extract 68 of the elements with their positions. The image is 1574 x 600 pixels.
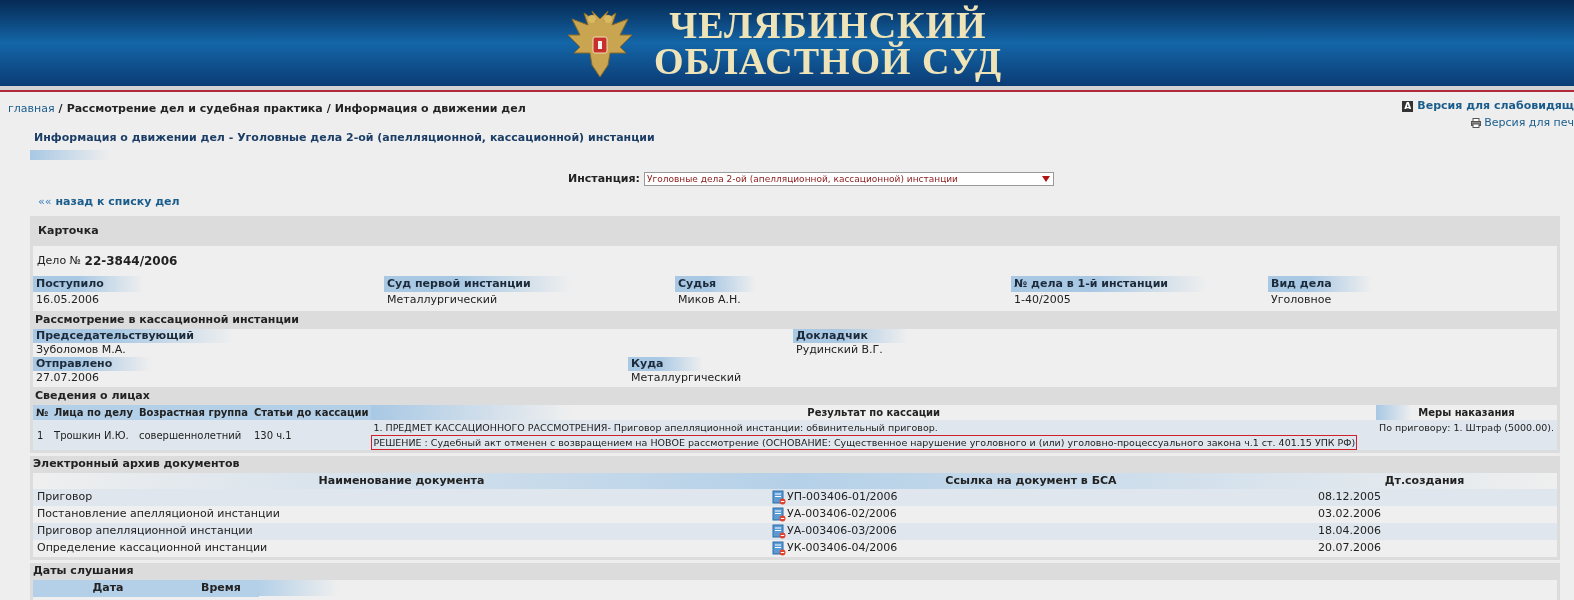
table-cell-text: Постановление апелляционой инстанции <box>36 506 281 523</box>
table-cell-text: 20.07.2006 <box>1317 540 1382 557</box>
column-header: Результат по кассации <box>371 405 1377 420</box>
document-link[interactable]: УА-003406-03/2006 <box>787 523 897 540</box>
document-link[interactable]: УК-003406-04/2006 <box>787 540 898 557</box>
column-header: Ссылка на документ в БСА <box>944 473 1118 489</box>
back-to-list-link[interactable]: назад к списку дел <box>55 193 180 210</box>
field-value: Рудинский В.Г. <box>795 343 883 357</box>
field-value: 16.05.2006 <box>35 292 99 308</box>
table-cell-text: 130 ч.1 <box>252 428 293 443</box>
section-title: Сведения о лицах <box>34 387 151 404</box>
dropdown-caret-icon <box>1042 176 1051 183</box>
column-header: Возрастная группа <box>135 405 251 420</box>
table-cell-text: Определение кассационной инстанции <box>36 540 269 557</box>
table-cell-text: Трошкин И.Ю. <box>53 428 130 443</box>
instance-label: Инстанция: <box>567 171 641 187</box>
back-arrows-icon: «« <box>38 193 52 210</box>
breadcrumb-link[interactable]: Информация о движении дел <box>334 101 526 118</box>
section-title: Даты слушания <box>32 563 135 580</box>
table-cell-text: Приговор <box>36 489 94 506</box>
field-label: Поступило <box>33 276 144 292</box>
printer-icon <box>1471 117 1482 128</box>
section-title: Рассмотрение в кассационной инстанции <box>34 311 301 328</box>
page-title: Информация о движении дел - Уголовные дела 2-ой (апелляционной, кассационной) инстанции <box>34 130 656 146</box>
field-label: Вид дела <box>1268 276 1372 292</box>
field-value: Металлургический <box>630 371 742 385</box>
breadcrumb-separator: / <box>326 101 331 117</box>
column-header: Дата <box>33 580 183 597</box>
column-header: Лица по делу <box>51 405 136 420</box>
field-label: Судья <box>675 276 757 292</box>
table-cell-text: совершеннолетний <box>137 428 243 443</box>
table-cell-text: 08.12.2005 <box>1317 489 1382 506</box>
breadcrumb-link[interactable]: главная <box>8 101 55 118</box>
table-cell-text: Приговор апелляционной инстанции <box>36 523 254 540</box>
card-title: Карточка <box>37 222 100 239</box>
table-cell-text: 18.04.2006 <box>1317 523 1382 540</box>
low-vision-version-link[interactable]: Версия для слабовидящ <box>1417 98 1574 115</box>
field-label: Куда <box>628 357 704 371</box>
field-value: Зуболомов М.А. <box>35 343 126 357</box>
document-icon <box>772 541 786 556</box>
section-title: Электронный архив документов <box>32 456 241 473</box>
field-value: Миков А.Н. <box>677 292 741 308</box>
low-vision-icon: A <box>1402 100 1414 112</box>
document-link[interactable]: УА-003406-02/2006 <box>787 506 897 523</box>
column-header: Статьи до кассации <box>250 405 372 420</box>
result-line: 1. ПРЕДМЕТ КАССАЦИОННОГО РАССМОТРЕНИЯ- Приговор апелляционной инстанции: обвинительный приговор. <box>372 421 939 435</box>
field-label: Докладчик <box>793 329 908 343</box>
document-icon <box>772 507 786 522</box>
document-icon <box>772 490 786 505</box>
case-number: Дело № 22-3844/2006 <box>36 252 179 270</box>
breadcrumb-separator: / <box>58 101 63 117</box>
table-cell-text: 03.02.2006 <box>1317 506 1382 523</box>
field-value: Металлургический <box>386 292 498 308</box>
column-header: Меры наказания <box>1376 405 1557 420</box>
field-value: 27.07.2006 <box>35 371 99 385</box>
table-cell-text: 1 <box>36 428 45 443</box>
field-value: Уголовное <box>1270 292 1332 308</box>
column-header: Время <box>183 580 259 597</box>
column-header: № <box>33 405 52 420</box>
field-value: 1-40/2005 <box>1013 292 1071 308</box>
column-header: Наименование документа <box>317 473 486 489</box>
breadcrumb-link[interactable]: Рассмотрение дел и судебная практика <box>66 101 323 118</box>
document-link[interactable]: УП-003406-01/2006 <box>787 489 898 506</box>
print-version-link[interactable]: Версия для печ <box>1484 114 1574 131</box>
instance-select[interactable]: Уголовные дела 2-ой (апелляционной, кассационной) инстанции <box>644 172 1055 187</box>
column-header: Дт.создания <box>1383 473 1466 489</box>
document-icon <box>772 524 786 539</box>
table-cell-text: По приговору: 1. Штраф (5000.00). <box>1378 421 1555 435</box>
